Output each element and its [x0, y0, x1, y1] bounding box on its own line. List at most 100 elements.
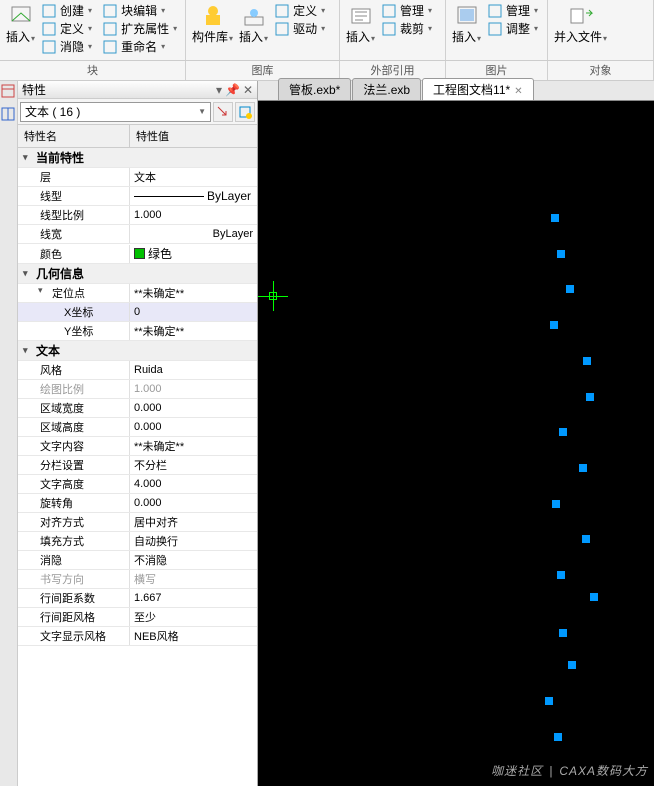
text-handle[interactable]	[583, 357, 591, 365]
pickset-button[interactable]	[235, 102, 255, 122]
insert-lib-icon	[240, 2, 268, 28]
property-grid-header: 特性名 特性值	[18, 125, 257, 148]
ribbon-管理[interactable]: 管理▾	[379, 2, 434, 19]
prop-row[interactable]: 书写方向横写	[18, 570, 257, 589]
prop-row[interactable]: 填充方式自动换行	[18, 532, 257, 551]
ribbon-扩充属性[interactable]: 扩充属性▾	[100, 20, 179, 37]
small-icon	[41, 3, 57, 19]
prop-row[interactable]: 区域高度0.000	[18, 418, 257, 437]
text-handle[interactable]	[582, 535, 590, 543]
text-handle[interactable]	[557, 250, 565, 258]
property-grid: 特性名 特性值 当前特性层文本线型ByLayer线型比例1.000线宽ByLay…	[18, 125, 257, 786]
linetype-preview	[134, 196, 204, 197]
object-type-combo[interactable]: 文本 ( 16 ) ▼	[20, 102, 211, 122]
partlib-button[interactable]: 构件库▾	[190, 2, 235, 45]
properties-panel: 特性 ▾ 📌 ✕ 文本 ( 16 ) ▼ 特性名 特性值 当前特性层文本线型By…	[18, 81, 258, 786]
prop-row[interactable]: 区域宽度0.000	[18, 399, 257, 418]
prop-row[interactable]: 行间距系数1.667	[18, 589, 257, 608]
ribbon-块编辑[interactable]: 块编辑▾	[100, 2, 167, 19]
text-handle[interactable]	[586, 393, 594, 401]
doc-tab[interactable]: 法兰.exb	[352, 78, 421, 100]
small-icon	[274, 21, 290, 37]
prop-row[interactable]: 线型比例1.000	[18, 206, 257, 225]
insert-xref-button[interactable]: 插入▾	[344, 2, 377, 45]
drawing-canvas[interactable]: 咖迷社区|CAXA数码大方	[258, 101, 654, 786]
main-area: 特性 ▾ 📌 ✕ 文本 ( 16 ) ▼ 特性名 特性值 当前特性层文本线型By…	[0, 81, 654, 786]
prop-row[interactable]: 行间距风格至少	[18, 608, 257, 627]
tab-close-icon[interactable]: ✕	[514, 86, 522, 97]
insert-img-icon	[453, 2, 481, 28]
small-icon	[274, 3, 290, 19]
text-handle[interactable]	[552, 500, 560, 508]
panel-close-icon[interactable]: ✕	[243, 83, 253, 97]
ribbon-定义[interactable]: 定义▾	[272, 2, 327, 19]
panel-pin-icon[interactable]: 📌	[225, 83, 240, 97]
text-handle[interactable]	[579, 464, 587, 472]
left-rail	[0, 81, 18, 786]
small-icon	[381, 3, 397, 19]
panel-autohide-icon[interactable]: ▾	[216, 83, 222, 97]
ribbon-定义[interactable]: 定义▾	[39, 20, 94, 37]
prop-category[interactable]: 当前特性	[18, 148, 257, 168]
text-handle[interactable]	[590, 593, 598, 601]
prop-row[interactable]: Y坐标**未确定**	[18, 322, 257, 341]
prop-category[interactable]: 几何信息	[18, 264, 257, 284]
ribbon-管理[interactable]: 管理▾	[485, 2, 540, 19]
ribbon-消隐[interactable]: 消隐▾	[39, 38, 94, 55]
ribbon-调整[interactable]: 调整▾	[485, 20, 540, 37]
insert-xref-icon	[347, 2, 375, 28]
ribbon: 插入▾创建▾块编辑▾定义▾扩充属性▾消隐▾重命名▾构件库▾插入▾定义▾驱动▾插入…	[0, 0, 654, 61]
prop-row[interactable]: 文字内容**未确定**	[18, 437, 257, 456]
merge-icon	[567, 2, 595, 28]
text-handle[interactable]	[568, 661, 576, 669]
text-handle[interactable]	[559, 428, 567, 436]
small-icon	[41, 21, 57, 37]
panel-title: 特性	[22, 81, 46, 98]
prop-row[interactable]: 风格Ruida	[18, 361, 257, 380]
prop-category[interactable]: 文本	[18, 341, 257, 361]
ribbon-驱动[interactable]: 驱动▾	[272, 20, 327, 37]
small-icon	[102, 39, 118, 55]
text-handle[interactable]	[545, 697, 553, 705]
small-icon	[41, 39, 57, 55]
prop-row[interactable]: 旋转角0.000	[18, 494, 257, 513]
ribbon-重命名[interactable]: 重命名▾	[100, 38, 167, 55]
text-handle[interactable]	[559, 629, 567, 637]
small-icon	[487, 21, 503, 37]
prop-row[interactable]: 分栏设置不分栏	[18, 456, 257, 475]
prop-row[interactable]: 定位点**未确定**	[18, 284, 257, 303]
small-icon	[487, 3, 503, 19]
prop-row[interactable]: X坐标0	[18, 303, 257, 322]
doc-tab[interactable]: 管板.exb*	[278, 78, 351, 100]
prop-row[interactable]: 线型ByLayer	[18, 187, 257, 206]
text-handle[interactable]	[566, 285, 574, 293]
doc-tab[interactable]: 工程图文档11*✕	[422, 78, 534, 100]
text-handle[interactable]	[554, 733, 562, 741]
insert-block-icon	[7, 2, 35, 28]
insert-lib-button[interactable]: 插入▾	[237, 2, 270, 45]
prop-row[interactable]: 颜色绿色	[18, 244, 257, 264]
text-handle[interactable]	[550, 321, 558, 329]
insert-block-button[interactable]: 插入▾	[4, 2, 37, 55]
color-swatch	[134, 248, 145, 259]
text-handle[interactable]	[557, 571, 565, 579]
ribbon-创建[interactable]: 创建▾	[39, 2, 94, 19]
watermark: 咖迷社区|CAXA数码大方	[491, 762, 648, 780]
prop-row[interactable]: 线宽ByLayer	[18, 225, 257, 244]
text-handle[interactable]	[551, 214, 559, 222]
ribbon-裁剪[interactable]: 裁剪▾	[379, 20, 434, 37]
styles-palette-icon[interactable]	[0, 106, 16, 122]
prop-row[interactable]: 对齐方式居中对齐	[18, 513, 257, 532]
merge-button[interactable]: 并入文件▾	[552, 2, 609, 45]
prop-row[interactable]: 文字显示风格NEB风格	[18, 627, 257, 646]
insert-img-button[interactable]: 插入▾	[450, 2, 483, 45]
crosshair-pickbox	[269, 292, 277, 300]
prop-row[interactable]: 层文本	[18, 168, 257, 187]
small-icon	[102, 21, 118, 37]
small-icon	[381, 21, 397, 37]
properties-palette-icon[interactable]	[0, 83, 16, 99]
prop-row[interactable]: 消隐不消隐	[18, 551, 257, 570]
quick-select-button[interactable]	[213, 102, 233, 122]
prop-row[interactable]: 绘图比例1.000	[18, 380, 257, 399]
prop-row[interactable]: 文字高度4.000	[18, 475, 257, 494]
